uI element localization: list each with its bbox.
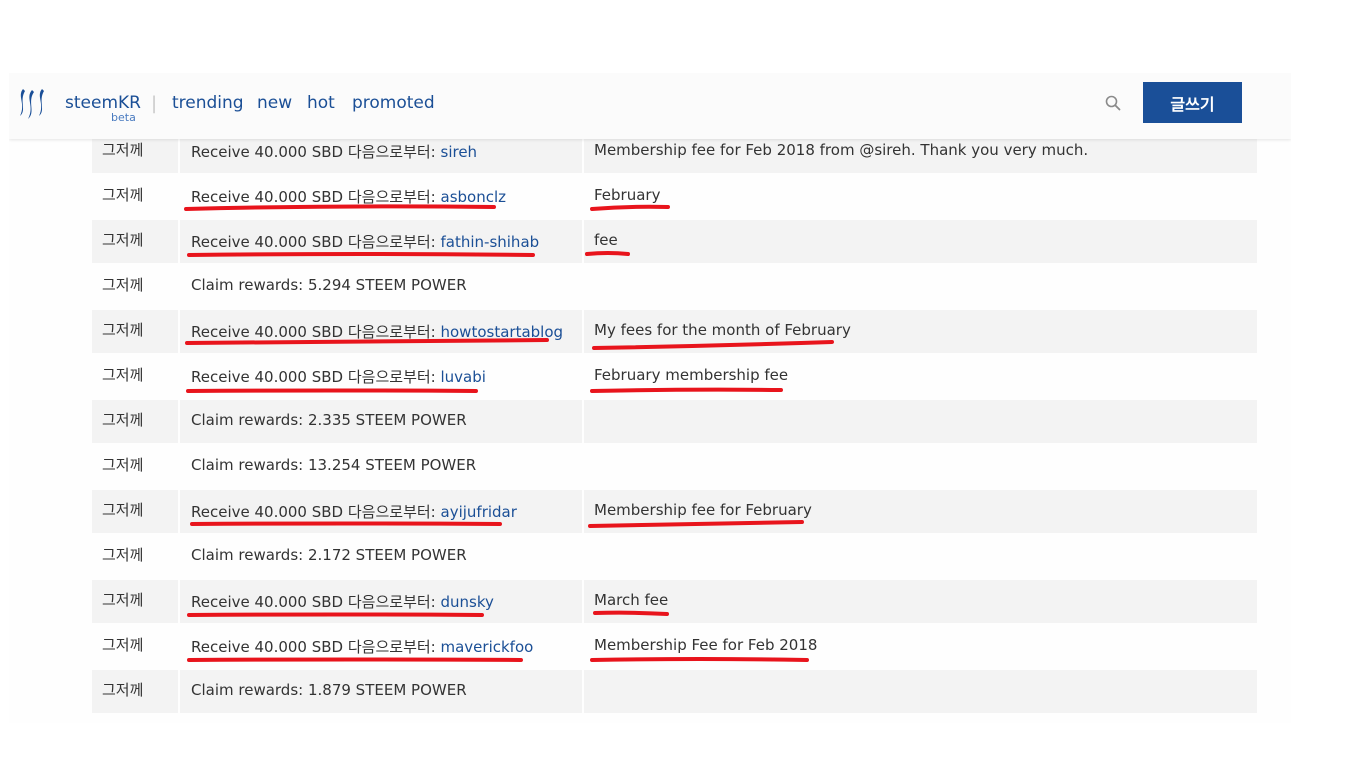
transaction-text: Receive 40.000 SBD 다음으로부터: (191, 503, 441, 521)
table-row: 그저께 Claim rewards: 1.879 STEEM POWER (92, 670, 1257, 715)
nav-separator: | (151, 93, 158, 114)
table-row: 그저께 Claim rewards: 2.172 STEEM POWER (92, 535, 1257, 580)
memo-cell (584, 445, 1257, 488)
transaction-text: Claim rewards: 2.335 STEEM POWER (191, 411, 467, 429)
memo-cell (584, 670, 1257, 713)
memo-cell: Membership fee for February (584, 490, 1257, 533)
nav-trending[interactable]: trending (172, 93, 244, 113)
date-cell: 그저께 (92, 310, 178, 353)
memo-cell: My fees for the month of February (584, 310, 1257, 353)
transaction-cell: Receive 40.000 SBD 다음으로부터: howtostartabl… (180, 310, 582, 353)
table-row: 그저께 Receive 40.000 SBD 다음으로부터: dunsky Ma… (92, 580, 1257, 625)
table-row: 그저께 Receive 40.000 SBD 다음으로부터: ayijufrid… (92, 490, 1257, 535)
transaction-text: Receive 40.000 SBD 다음으로부터: (191, 188, 441, 206)
date-cell: 그저께 (102, 546, 144, 564)
table-row: 그저께 Receive 40.000 SBD 다음으로부터: howtostar… (92, 310, 1257, 355)
wallet-viewport: steemKR beta | trending new hot promoted… (9, 73, 1291, 723)
date-cell: 그저께 (92, 400, 178, 443)
transaction-text: Receive 40.000 SBD 다음으로부터: (191, 233, 441, 251)
date-cell: 그저께 (92, 220, 178, 263)
search-icon[interactable] (1104, 94, 1122, 112)
date-cell: 그저께 (92, 490, 178, 533)
account-link[interactable]: sireh (441, 143, 478, 161)
date-cell: 그저께 (92, 580, 178, 623)
memo-cell: February membership fee (594, 366, 789, 384)
memo-cell: March fee (584, 580, 1257, 623)
account-link[interactable]: asbonclz (441, 188, 507, 206)
table-row: 그저께 Receive 40.000 SBD 다음으로부터: asbonclz … (92, 175, 1257, 220)
table-row: 그저께 Receive 40.000 SBD 다음으로부터: luvabi Fe… (92, 355, 1257, 400)
transaction-cell: Claim rewards: 5.294 STEEM POWER (180, 265, 582, 308)
nav-hot[interactable]: hot (307, 93, 335, 113)
table-row: 그저께 Receive 40.000 SBD 다음으로부터: fathin-sh… (92, 220, 1257, 265)
transaction-cell: Claim rewards: 2.335 STEEM POWER (180, 400, 582, 443)
date-cell: 그저께 (102, 276, 144, 294)
date-cell: 그저께 (92, 670, 178, 713)
transaction-cell: Claim rewards: 13.254 STEEM POWER (180, 445, 582, 488)
date-cell: 그저께 (102, 456, 144, 474)
transaction-cell: Claim rewards: 1.879 STEEM POWER (180, 670, 582, 713)
transaction-text: Receive 40.000 SBD 다음으로부터: (191, 593, 441, 611)
memo-cell (584, 265, 1257, 308)
memo-cell: Membership Fee for Feb 2018 (594, 636, 818, 654)
account-link[interactable]: luvabi (441, 368, 486, 386)
account-link[interactable]: fathin-shihab (441, 233, 540, 251)
top-header: steemKR beta | trending new hot promoted… (9, 73, 1291, 139)
beta-label: beta (111, 111, 136, 124)
transaction-text: Receive 40.000 SBD 다음으로부터: (191, 323, 441, 341)
transaction-text: Receive 40.000 SBD 다음으로부터: (191, 638, 441, 656)
transaction-text: Claim rewards: 1.879 STEEM POWER (191, 681, 467, 699)
memo-cell: fee (584, 220, 1257, 263)
table-row: 그저께 Receive 40.000 SBD 다음으로부터: maverickf… (92, 625, 1257, 670)
write-post-button[interactable]: 글쓰기 (1143, 82, 1242, 123)
transaction-cell: Receive 40.000 SBD 다음으로부터: ayijufridar (180, 490, 582, 533)
transaction-text: Claim rewards: 5.294 STEEM POWER (191, 276, 467, 294)
date-cell: 그저께 (102, 366, 144, 384)
transaction-cell: Claim rewards: 2.172 STEEM POWER (180, 535, 582, 578)
transaction-text: Claim rewards: 2.172 STEEM POWER (191, 546, 467, 564)
transaction-text: Receive 40.000 SBD 다음으로부터: (191, 368, 441, 386)
date-cell: 그저께 (102, 636, 144, 654)
account-link[interactable]: dunsky (441, 593, 494, 611)
transaction-text: Receive 40.000 SBD 다음으로부터: (191, 143, 441, 161)
table-row: 그저께 Claim rewards: 5.294 STEEM POWER (92, 265, 1257, 310)
transaction-cell: Receive 40.000 SBD 다음으로부터: asbonclz (180, 175, 582, 218)
account-link[interactable]: maverickfoo (441, 638, 534, 656)
brand-name[interactable]: steemKR (65, 93, 141, 113)
account-link[interactable]: howtostartablog (441, 323, 564, 341)
transfer-history-table: 그저께 Receive 40.000 SBD 다음으로부터: sireh Mem… (92, 130, 1257, 715)
transaction-cell: Receive 40.000 SBD 다음으로부터: maverickfoo (180, 625, 582, 668)
nav-promoted[interactable]: promoted (352, 93, 435, 113)
transaction-text: Claim rewards: 13.254 STEEM POWER (191, 456, 477, 474)
memo-cell (584, 535, 1257, 578)
memo-cell: February (594, 186, 661, 204)
account-link[interactable]: ayijufridar (441, 503, 517, 521)
steem-logo-icon[interactable] (14, 86, 50, 122)
transaction-cell: Receive 40.000 SBD 다음으로부터: dunsky (180, 580, 582, 623)
table-row: 그저께 Claim rewards: 13.254 STEEM POWER (92, 445, 1257, 490)
memo-cell (584, 400, 1257, 443)
transaction-cell: Receive 40.000 SBD 다음으로부터: fathin-shihab (180, 220, 582, 263)
table-row: 그저께 Claim rewards: 2.335 STEEM POWER (92, 400, 1257, 445)
date-cell: 그저께 (102, 186, 144, 204)
nav-new[interactable]: new (257, 93, 292, 113)
transaction-cell: Receive 40.000 SBD 다음으로부터: luvabi (180, 355, 582, 398)
